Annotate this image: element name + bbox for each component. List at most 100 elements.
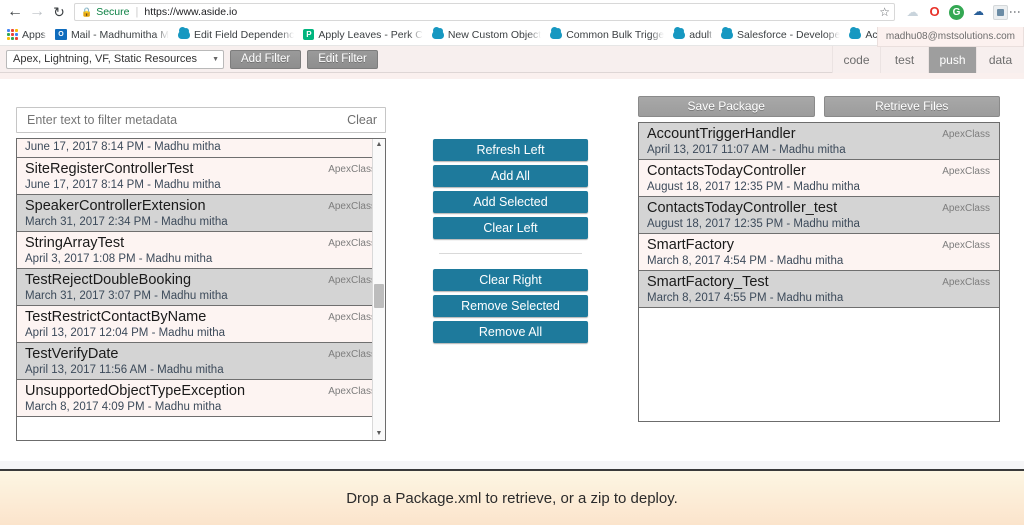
salesforce-cloud-icon bbox=[550, 27, 563, 39]
list-item-name: AccountTriggerHandler bbox=[647, 126, 796, 142]
add-all-button[interactable]: Add All bbox=[433, 165, 588, 187]
drop-zone-message: Drop a Package.xml to retrieve, or a zip… bbox=[346, 489, 678, 507]
bookmark-star-icon[interactable]: ☆ bbox=[879, 5, 890, 19]
back-arrow-icon[interactable]: ← bbox=[4, 1, 26, 23]
kebab-menu-icon[interactable]: ⋮ bbox=[1008, 6, 1022, 18]
remove-all-button[interactable]: Remove All bbox=[433, 321, 588, 343]
right-package-list[interactable]: AccountTriggerHandler April 13, 2017 11:… bbox=[638, 122, 1000, 422]
list-item-meta: June 17, 2017 8:14 PM - Madhu mitha bbox=[25, 179, 221, 191]
metadata-type-value: Apex, Lightning, VF, Static Resources bbox=[13, 53, 198, 65]
bookmark-label: adult bbox=[689, 28, 713, 41]
opera-extension-icon[interactable]: O bbox=[927, 4, 942, 20]
scroll-down-arrow-icon[interactable]: ▼ bbox=[373, 428, 385, 440]
right-panel: Save Package Retrieve Files AccountTrigg… bbox=[638, 96, 1000, 422]
list-item-name: SpeakerControllerExtension bbox=[25, 198, 206, 214]
chevron-down-icon: ▼ bbox=[212, 55, 219, 63]
bookmark-label: Edit Field Dependenc bbox=[193, 28, 295, 41]
package-actions: Save Package Retrieve Files bbox=[638, 96, 1000, 117]
app-tabs: code test push data bbox=[832, 46, 1024, 73]
blue-extension-icon[interactable]: ☁ bbox=[971, 4, 986, 20]
forward-arrow-icon[interactable]: → bbox=[26, 1, 48, 23]
bookmark-common-bulk-trigger[interactable]: Common Bulk Trigge bbox=[548, 27, 671, 41]
list-item-name: SmartFactory bbox=[647, 237, 735, 253]
list-item-meta: April 13, 2017 11:56 AM - Madhu mitha bbox=[25, 364, 224, 376]
omnibox-divider: | bbox=[135, 6, 139, 18]
salesforce-cloud-icon bbox=[849, 27, 862, 39]
list-item-name: ContactsTodayController bbox=[647, 163, 806, 179]
list-item[interactable]: June 17, 2017 8:14 PM - Madhu mitha bbox=[17, 139, 385, 158]
list-item-type: ApexClass bbox=[328, 238, 376, 249]
url-text: https://www.aside.io bbox=[144, 6, 238, 18]
list-item-meta: April 3, 2017 1:08 PM - Madhu mitha bbox=[25, 253, 213, 265]
list-item[interactable]: SpeakerControllerExtension March 31, 201… bbox=[17, 195, 385, 232]
outlook-icon: O bbox=[54, 29, 67, 40]
list-item-type: ApexClass bbox=[328, 201, 376, 212]
refresh-left-button[interactable]: Refresh Left bbox=[433, 139, 588, 161]
bookmark-label: New Custom Object bbox=[447, 28, 542, 41]
drop-zone[interactable]: Drop a Package.xml to retrieve, or a zip… bbox=[0, 469, 1024, 525]
list-item-meta: March 8, 2017 4:09 PM - Madhu mitha bbox=[25, 401, 222, 413]
list-item[interactable]: TestRestrictContactByName April 13, 2017… bbox=[17, 306, 385, 343]
security-label: Secure bbox=[96, 6, 130, 18]
bookmark-apply-leaves[interactable]: P Apply Leaves - Perk C bbox=[301, 29, 429, 41]
reload-icon[interactable]: ↻ bbox=[48, 1, 70, 23]
edit-filter-button[interactable]: Edit Filter bbox=[307, 49, 378, 69]
grammarly-extension-icon[interactable]: G bbox=[949, 4, 964, 20]
tab-code[interactable]: code bbox=[832, 46, 880, 73]
lock-icon: 🔒 bbox=[81, 6, 93, 17]
scroll-up-arrow-icon[interactable]: ▲ bbox=[373, 139, 385, 151]
list-item-type: ApexClass bbox=[942, 129, 990, 140]
list-item[interactable]: SmartFactory_Test March 8, 2017 4:55 PM … bbox=[639, 271, 999, 308]
list-item[interactable]: AccountTriggerHandler April 13, 2017 11:… bbox=[639, 123, 999, 160]
filter-input[interactable] bbox=[25, 112, 348, 128]
bookmark-label: Salesforce - Develope bbox=[737, 28, 841, 41]
bookmark-new-custom-object[interactable]: New Custom Object bbox=[430, 27, 548, 41]
save-package-button[interactable]: Save Package bbox=[638, 96, 815, 117]
list-item[interactable]: SmartFactory March 8, 2017 4:54 PM - Mad… bbox=[639, 234, 999, 271]
retrieve-files-button[interactable]: Retrieve Files bbox=[823, 96, 1000, 117]
tab-test[interactable]: test bbox=[880, 46, 928, 73]
salesforce-cloud-icon bbox=[177, 27, 190, 39]
list-item[interactable]: SiteRegisterControllerTest June 17, 2017… bbox=[17, 158, 385, 195]
bookmark-salesforce-developer[interactable]: Salesforce - Develope bbox=[719, 27, 847, 41]
transfer-buttons: Refresh Left Add All Add Selected Clear … bbox=[433, 139, 588, 347]
remove-selected-button[interactable]: Remove Selected bbox=[433, 295, 588, 317]
list-item-meta: March 31, 2017 3:07 PM - Madhu mitha bbox=[25, 290, 228, 302]
cloud-extension-icon[interactable]: ☁ bbox=[905, 5, 920, 20]
metadata-type-select[interactable]: Apex, Lightning, VF, Static Resources ▼ bbox=[6, 49, 224, 69]
add-selected-button[interactable]: Add Selected bbox=[433, 191, 588, 213]
list-item-type: ApexClass bbox=[328, 349, 376, 360]
bookmark-apps[interactable]: Apps bbox=[5, 29, 53, 41]
list-item[interactable]: TestVerifyDate April 13, 2017 11:56 AM -… bbox=[17, 343, 385, 380]
add-filter-button[interactable]: Add Filter bbox=[230, 49, 302, 69]
tab-push[interactable]: push bbox=[928, 46, 976, 73]
square-extension-icon[interactable] bbox=[993, 4, 1008, 20]
list-item[interactable]: ContactsTodayController August 18, 2017 … bbox=[639, 160, 999, 197]
list-item-type: ApexClass bbox=[328, 386, 376, 397]
clear-filter-link[interactable]: Clear bbox=[347, 113, 377, 127]
list-item[interactable]: StringArrayTest April 3, 2017 1:08 PM - … bbox=[17, 232, 385, 269]
bookmark-edit-field-dependency[interactable]: Edit Field Dependenc bbox=[176, 27, 301, 41]
left-metadata-list[interactable]: June 17, 2017 8:14 PM - Madhu mitha Site… bbox=[16, 138, 386, 441]
list-item[interactable]: ContactsTodayController_test August 18, … bbox=[639, 197, 999, 234]
list-item-meta: August 18, 2017 12:35 PM - Madhu mitha bbox=[647, 218, 860, 230]
list-item[interactable]: TestRejectDoubleBooking March 31, 2017 3… bbox=[17, 269, 385, 306]
clear-right-button[interactable]: Clear Right bbox=[433, 269, 588, 291]
main-content: Clear June 17, 2017 8:14 PM - Madhu mith… bbox=[0, 79, 1024, 447]
salesforce-cloud-icon bbox=[673, 27, 686, 39]
bookmark-label: Apps bbox=[22, 28, 46, 41]
scroll-thumb[interactable] bbox=[374, 284, 384, 308]
bookmark-label: Apply Leaves - Perk C bbox=[318, 28, 423, 41]
apps-grid-icon bbox=[7, 29, 18, 40]
right-list-empty-area[interactable] bbox=[639, 308, 999, 418]
bookmark-mail[interactable]: O Mail - Madhumitha M bbox=[53, 29, 176, 41]
clear-left-button[interactable]: Clear Left bbox=[433, 217, 588, 239]
list-item-meta: August 18, 2017 12:35 PM - Madhu mitha bbox=[647, 181, 860, 193]
address-bar[interactable]: 🔒 Secure | https://www.aside.io ☆ bbox=[74, 3, 895, 21]
bookmark-adult[interactable]: adult bbox=[671, 27, 719, 41]
list-item[interactable]: UnsupportedObjectTypeException March 8, … bbox=[17, 380, 385, 417]
tab-data[interactable]: data bbox=[976, 46, 1024, 73]
left-list-scrollbar[interactable]: ▲ ▼ bbox=[372, 139, 385, 440]
bookmark-label: Common Bulk Trigge bbox=[566, 28, 665, 41]
user-email-badge: madhu08@mstsolutions.com bbox=[876, 27, 1024, 47]
